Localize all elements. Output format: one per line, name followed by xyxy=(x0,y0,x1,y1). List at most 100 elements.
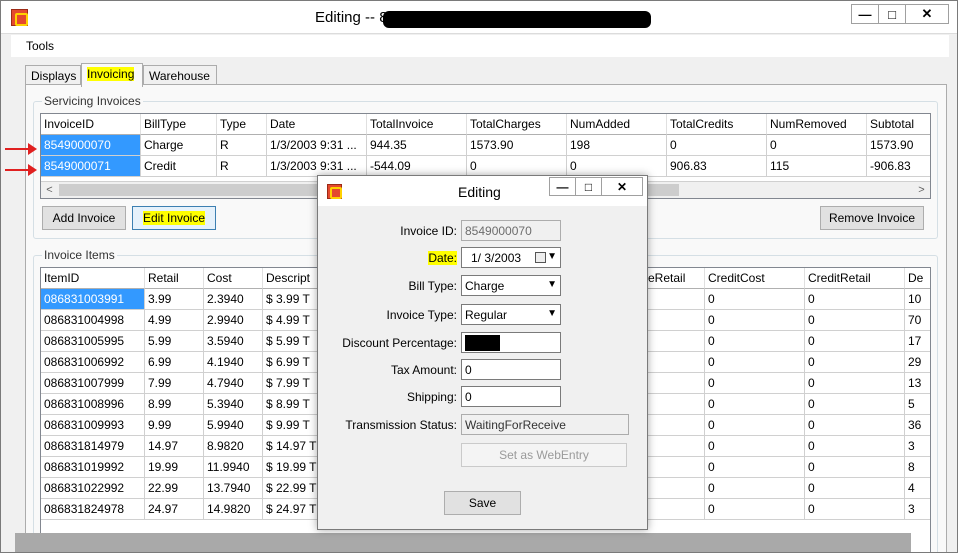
save-button[interactable]: Save xyxy=(444,491,521,515)
cell[interactable]: 0 xyxy=(667,135,767,156)
cell[interactable]: 0 xyxy=(705,499,805,520)
cell[interactable]: 2.9940 xyxy=(204,310,263,331)
cell[interactable]: 5.99 xyxy=(145,331,204,352)
cell[interactable]: Charge xyxy=(141,135,217,156)
cell[interactable]: 086831019992 xyxy=(41,457,145,478)
cell[interactable]: 22.99 xyxy=(145,478,204,499)
cell[interactable]: 0 xyxy=(705,289,805,310)
bill-type-select[interactable]: Charge ▼ xyxy=(461,275,561,296)
cell[interactable]: Credit xyxy=(141,156,217,177)
cell[interactable]: 19.99 xyxy=(145,457,204,478)
cell[interactable] xyxy=(645,499,705,520)
col-header[interactable]: BillType xyxy=(141,114,217,135)
col-header[interactable]: Cost xyxy=(204,268,263,289)
cell[interactable]: 9.99 xyxy=(145,415,204,436)
cell[interactable]: 0 xyxy=(805,478,905,499)
cell[interactable]: 5.9940 xyxy=(204,415,263,436)
cell[interactable]: 115 xyxy=(767,156,867,177)
cell[interactable] xyxy=(645,373,705,394)
cell[interactable]: 0 xyxy=(705,310,805,331)
cell[interactable] xyxy=(645,436,705,457)
cell[interactable]: 11.9940 xyxy=(204,457,263,478)
cell[interactable] xyxy=(645,478,705,499)
close-button[interactable]: ✕ xyxy=(905,4,949,24)
cell[interactable]: 4 xyxy=(905,478,930,499)
cell[interactable]: -906.83 xyxy=(867,156,930,177)
cell[interactable]: 13.7940 xyxy=(204,478,263,499)
cell[interactable] xyxy=(645,415,705,436)
date-picker[interactable]: 1/ 3/2003 ▼ xyxy=(461,247,561,268)
scroll-left-icon[interactable]: < xyxy=(41,182,58,198)
col-header[interactable]: TotalInvoice xyxy=(367,114,467,135)
chevron-down-icon[interactable]: ▼ xyxy=(547,308,557,319)
col-header[interactable]: CreditCost xyxy=(705,268,805,289)
cell[interactable]: 0 xyxy=(805,373,905,394)
cell[interactable]: 944.35 xyxy=(367,135,467,156)
cell[interactable]: 198 xyxy=(567,135,667,156)
cell[interactable]: 086831006992 xyxy=(41,352,145,373)
cell[interactable]: 1/3/2003 9:31 ... xyxy=(267,135,367,156)
chevron-down-icon[interactable]: ▼ xyxy=(547,251,557,262)
transmission-status-field[interactable]: WaitingForReceive xyxy=(461,414,629,435)
menu-tools[interactable]: Tools xyxy=(26,39,54,53)
col-header[interactable]: eRetail xyxy=(645,268,705,289)
cell[interactable]: 14.97 xyxy=(145,436,204,457)
cell[interactable]: 5.3940 xyxy=(204,394,263,415)
cell[interactable]: 086831003991 xyxy=(41,289,145,310)
cell[interactable]: 086831008996 xyxy=(41,394,145,415)
cell[interactable]: 086831824978 xyxy=(41,499,145,520)
cell[interactable]: R xyxy=(217,156,267,177)
col-header[interactable]: Date xyxy=(267,114,367,135)
cell[interactable]: 1573.90 xyxy=(867,135,930,156)
dialog-minimize-button[interactable]: — xyxy=(549,177,576,196)
discount-field[interactable] xyxy=(461,332,561,353)
cell[interactable]: 17 xyxy=(905,331,930,352)
scroll-right-icon[interactable]: > xyxy=(913,182,930,198)
invoice-id-field[interactable]: 8549000070 xyxy=(461,220,561,241)
cell[interactable]: 0 xyxy=(567,156,667,177)
table-row[interactable]: 8549000071 Credit R 1/3/2003 9:31 ... -5… xyxy=(41,156,930,177)
cell[interactable]: -544.09 xyxy=(367,156,467,177)
edit-invoice-button[interactable]: Edit Invoice xyxy=(132,206,216,230)
cell[interactable]: 0 xyxy=(805,499,905,520)
add-invoice-button[interactable]: Add Invoice xyxy=(42,206,126,230)
invoice-type-select[interactable]: Regular ▼ xyxy=(461,304,561,325)
cell[interactable]: 0 xyxy=(705,436,805,457)
col-header[interactable]: Retail xyxy=(145,268,204,289)
dialog-maximize-button[interactable]: □ xyxy=(575,177,602,196)
cell[interactable]: 0 xyxy=(705,457,805,478)
cell[interactable]: 24.97 xyxy=(145,499,204,520)
cell[interactable]: 0 xyxy=(805,289,905,310)
cell[interactable]: 0 xyxy=(467,156,567,177)
col-header[interactable]: NumAdded xyxy=(567,114,667,135)
cell[interactable]: 0 xyxy=(805,436,905,457)
cell[interactable]: 0 xyxy=(705,373,805,394)
col-header[interactable]: De xyxy=(905,268,930,289)
tab-displays[interactable]: Displays xyxy=(25,65,81,86)
cell[interactable]: 086831022992 xyxy=(41,478,145,499)
cell[interactable]: 0 xyxy=(805,352,905,373)
cell[interactable]: 0 xyxy=(767,135,867,156)
cell[interactable]: 086831814979 xyxy=(41,436,145,457)
cell[interactable]: 8549000070 xyxy=(41,135,141,156)
cell[interactable]: 6.99 xyxy=(145,352,204,373)
col-header[interactable]: NumRemoved xyxy=(767,114,867,135)
cell[interactable]: 086831005995 xyxy=(41,331,145,352)
cell[interactable]: 14.9820 xyxy=(204,499,263,520)
cell[interactable]: 0 xyxy=(705,331,805,352)
cell[interactable]: 0 xyxy=(805,310,905,331)
cell[interactable]: 2.3940 xyxy=(204,289,263,310)
col-header[interactable]: CreditRetail xyxy=(805,268,905,289)
maximize-button[interactable]: □ xyxy=(878,4,906,24)
col-header[interactable]: ItemID xyxy=(41,268,145,289)
cell[interactable]: 10 xyxy=(905,289,930,310)
minimize-button[interactable]: — xyxy=(851,4,879,24)
cell[interactable] xyxy=(645,352,705,373)
cell[interactable]: 8.99 xyxy=(145,394,204,415)
cell[interactable]: 0 xyxy=(805,394,905,415)
cell[interactable]: 4.1940 xyxy=(204,352,263,373)
cell[interactable]: 906.83 xyxy=(667,156,767,177)
cell[interactable] xyxy=(645,289,705,310)
table-row[interactable]: 8549000070 Charge R 1/3/2003 9:31 ... 94… xyxy=(41,135,930,156)
cell[interactable]: 3 xyxy=(905,436,930,457)
